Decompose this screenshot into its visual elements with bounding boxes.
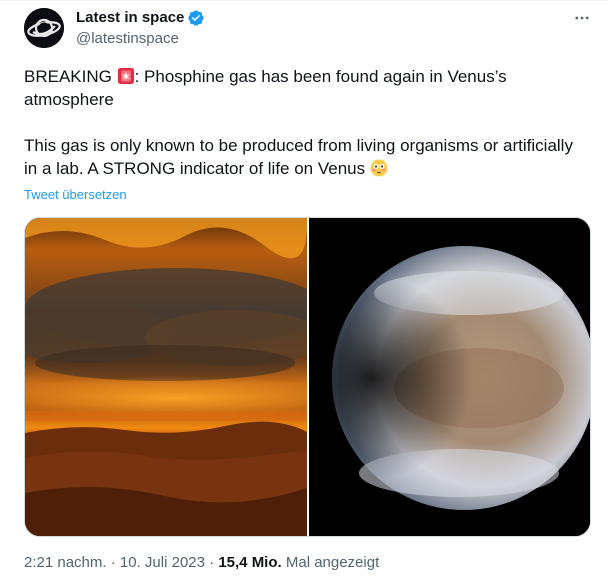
tweet-time-link[interactable]: 2:21 nachm. (24, 554, 107, 571)
views-count: 15,4 Mio. (218, 554, 282, 571)
translate-tweet-link[interactable]: Tweet übersetzen (24, 187, 127, 203)
meta-separator: · (204, 554, 219, 571)
media-image-venus-surface[interactable] (25, 218, 307, 536)
tweet-paragraph-1: BREAKING : Phosphine gas has been found … (24, 65, 584, 111)
tweet-line2-text: This gas is only known to be produced fr… (24, 136, 573, 178)
rotating-light-emoji-icon (117, 68, 134, 84)
author-handle[interactable]: @latestinspace (76, 30, 179, 48)
more-options-button[interactable] (568, 6, 596, 30)
verified-badge-icon (188, 10, 205, 26)
venus-planet-illustration (309, 218, 590, 536)
media-image-venus-planet[interactable] (309, 218, 590, 536)
meta-separator: · (106, 554, 120, 571)
display-name-text: Latest in space (76, 9, 185, 26)
tweet-text: BREAKING : Phosphine gas has been found … (24, 65, 584, 180)
top-divider (0, 0, 608, 1)
views-label: Mal angezeigt (281, 554, 380, 571)
tweet-paragraph-2: This gas is only known to be produced fr… (24, 134, 584, 180)
more-horizontal-icon (575, 16, 589, 20)
avatar[interactable] (24, 8, 64, 48)
flushed-face-emoji-icon (370, 159, 388, 177)
tweet-date-link[interactable]: 10. Juli 2023 (120, 554, 205, 571)
tweet-meta: 2:21 nachm. · 10. Juli 2023 · 15,4 Mio. … (24, 554, 379, 572)
tweet-media (24, 217, 591, 537)
venus-surface-illustration (25, 218, 307, 536)
author-display-name[interactable]: Latest in space (76, 9, 205, 27)
tweet-breaking-text: BREAKING (24, 67, 117, 86)
logo-planet-icon (24, 8, 64, 48)
